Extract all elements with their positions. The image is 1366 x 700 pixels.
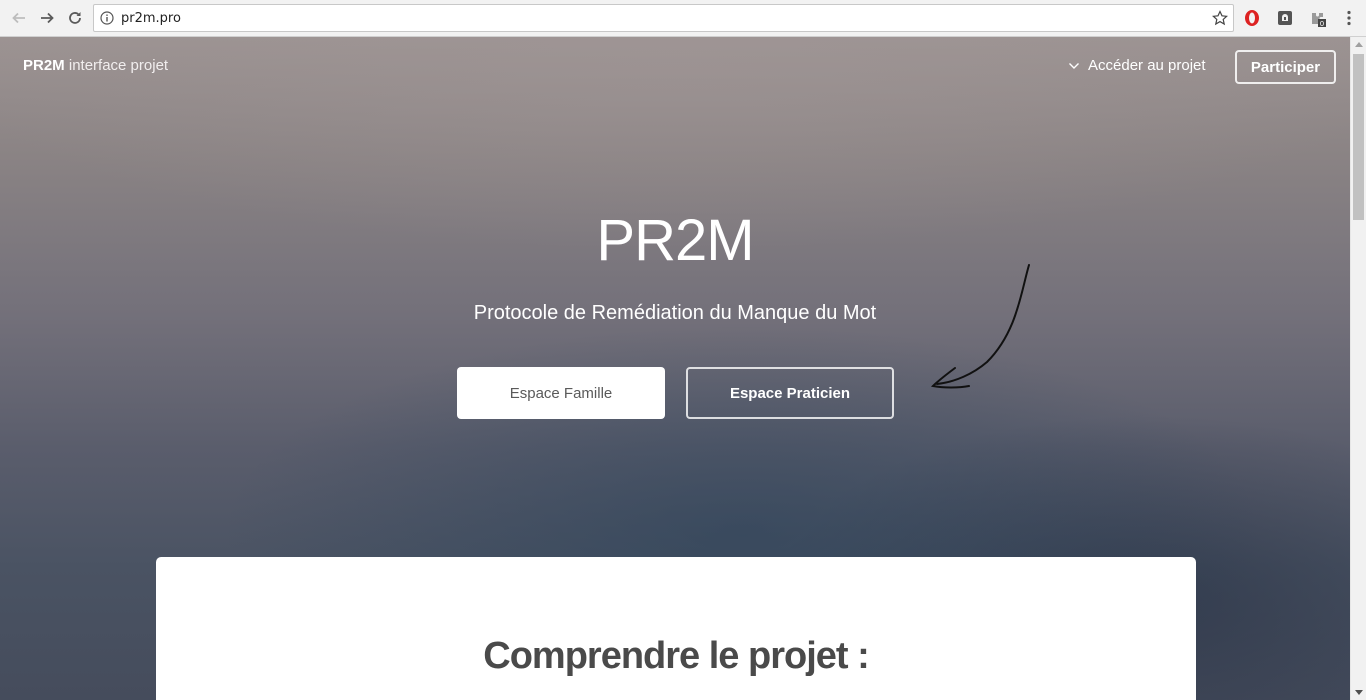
url-text[interactable]: pr2m.pro — [121, 11, 181, 26]
chevron-down-icon — [1069, 62, 1079, 69]
card-title: Comprendre le projet : — [483, 635, 870, 677]
opera-extension-icon[interactable] — [1243, 9, 1261, 27]
brand-link[interactable]: PR2M interface projet — [23, 57, 168, 74]
back-button[interactable] — [8, 7, 30, 29]
address-bar[interactable]: pr2m.pro — [93, 4, 1234, 32]
espace-famille-button[interactable]: Espace Famille — [457, 367, 665, 419]
intro-card: Comprendre le projet : — [156, 557, 1196, 700]
hero-title: PR2M — [596, 208, 754, 273]
browser-toolbar: pr2m.pro 0 — [0, 0, 1366, 37]
menu-icon[interactable] — [1340, 9, 1358, 27]
scrollbar-thumb[interactable] — [1353, 54, 1364, 220]
espace-praticien-button[interactable]: Espace Praticien — [686, 367, 894, 419]
reload-icon — [69, 12, 81, 24]
extension-badge: 0 — [1320, 20, 1324, 27]
page-hero: PR2M interface projet Accéder au projet … — [0, 37, 1350, 700]
access-project-dropdown[interactable]: Accéder au projet — [1068, 57, 1206, 74]
hero-subtitle: Protocole de Remédiation du Manque du Mo… — [473, 302, 877, 324]
back-arrow-icon — [12, 12, 25, 24]
info-icon[interactable] — [100, 11, 114, 25]
shield-extension-icon[interactable] — [1276, 9, 1294, 27]
page-scrollbar[interactable] — [1350, 37, 1366, 700]
scroll-up-arrow-icon[interactable] — [1355, 42, 1363, 47]
scroll-down-arrow-icon[interactable] — [1355, 690, 1363, 695]
forward-arrow-icon — [41, 12, 54, 24]
brand-name: PR2M — [23, 57, 65, 74]
forward-button[interactable] — [36, 7, 58, 29]
participate-button[interactable]: Participer — [1235, 50, 1336, 84]
access-project-label: Accéder au projet — [1088, 57, 1206, 74]
puzzle-extension-icon[interactable]: 0 — [1309, 9, 1327, 27]
brand-subtitle: interface projet — [68, 57, 169, 74]
reload-button[interactable] — [64, 7, 86, 29]
bookmark-star-icon[interactable] — [1212, 10, 1228, 26]
hand-drawn-arrow-icon — [930, 264, 1030, 389]
